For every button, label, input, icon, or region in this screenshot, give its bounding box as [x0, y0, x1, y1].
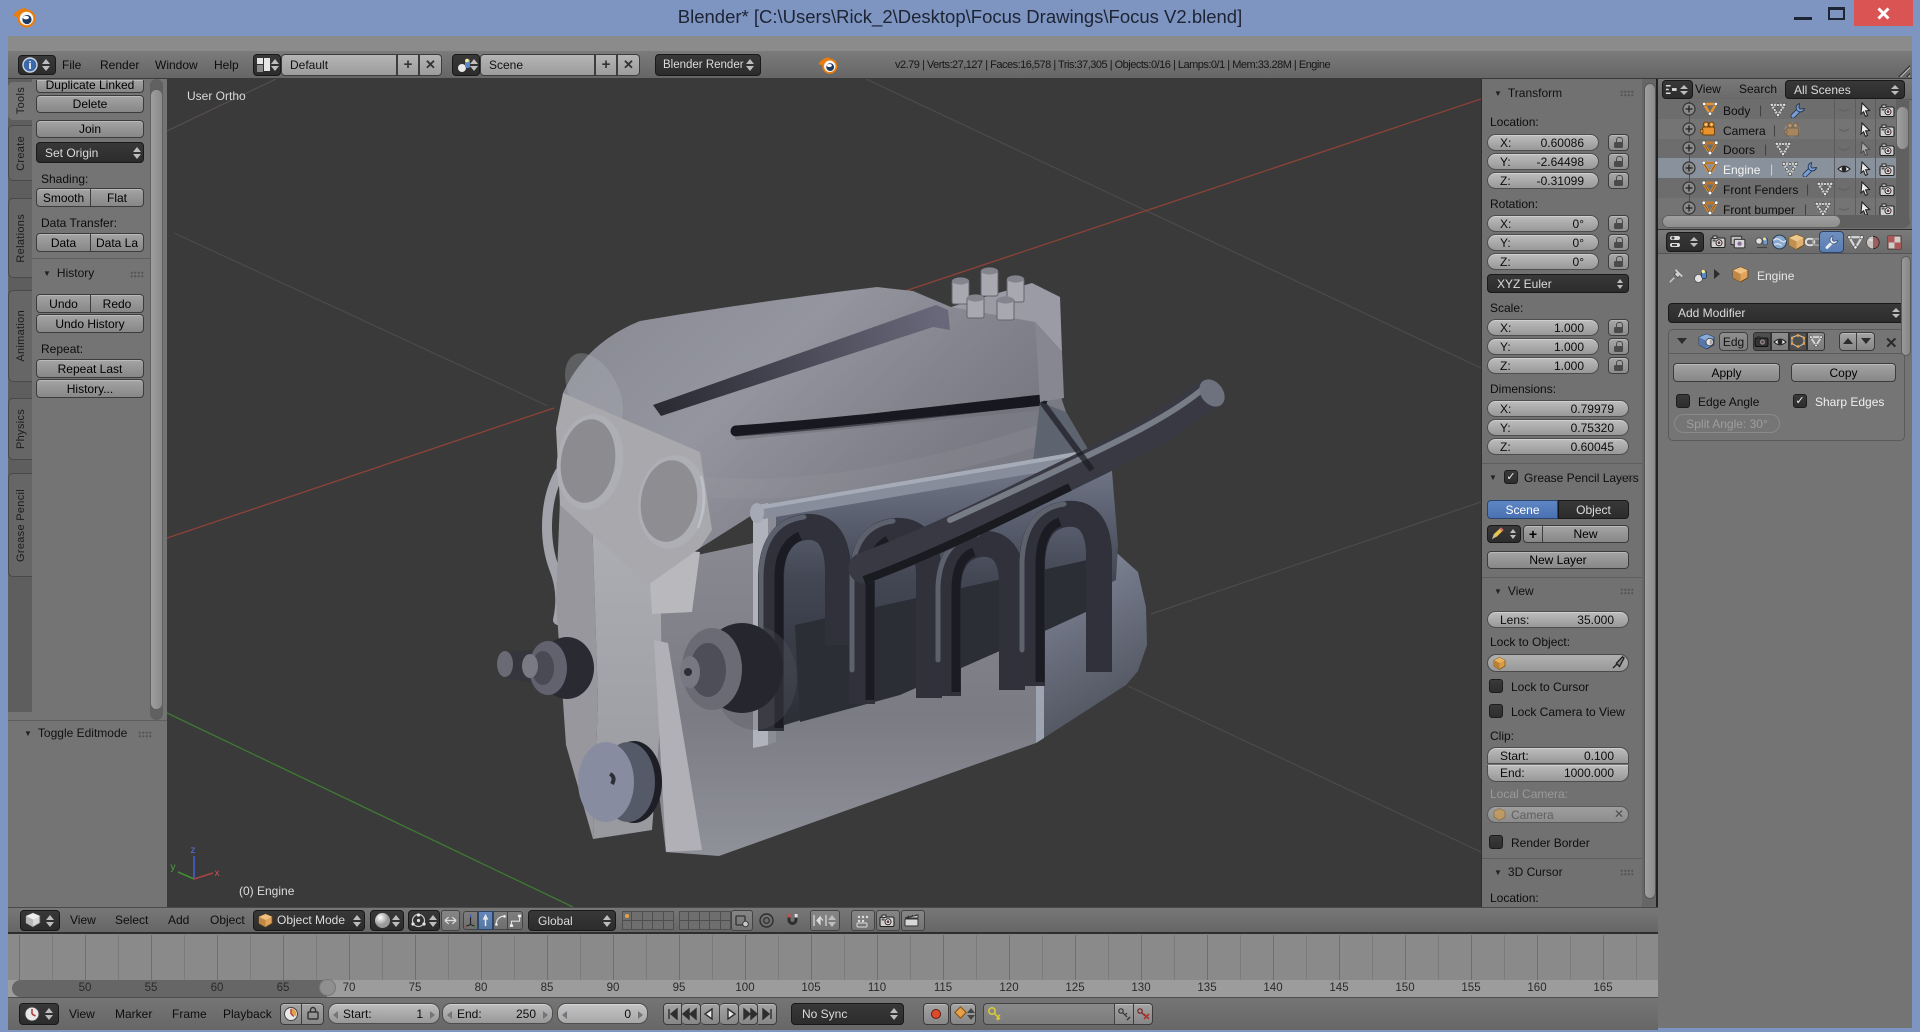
svg-text:z: z [191, 845, 196, 856]
svg-text:x: x [215, 868, 220, 879]
svg-text:i: i [28, 60, 31, 72]
svg-text:User Ortho: User Ortho [187, 89, 246, 103]
svg-text:y: y [171, 862, 176, 873]
svg-text:(0) Engine: (0) Engine [239, 884, 295, 898]
